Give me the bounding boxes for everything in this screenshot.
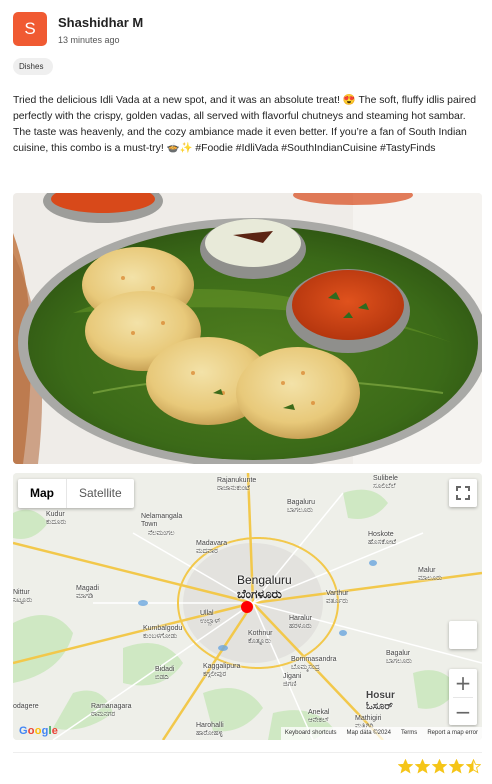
map-town: Jigani ಜಿಗಣಿ [283,673,302,688]
map-view-button[interactable]: Map [18,479,66,508]
avatar[interactable]: S [13,12,47,46]
location-map[interactable]: Rajanukunte ರಾಜಾನುಕುಂಟೆ Kudur ಕುದೂರು Nelam… [13,473,482,740]
map-town: Bagaluru ಬಾಗಲೂರು [287,499,316,514]
location-pin[interactable] [241,601,253,613]
map-town: Sulibele ಸೂಲಿಬೆಲೆ [373,475,398,490]
star-full-icon [432,759,447,774]
map-town: Varthur ವರ್ತೂರು [326,590,349,605]
map-data-credit: Map data ©2024 [346,730,391,736]
map-town: Harohalli ಹಾರೋಹಳ್ಳಿ [196,722,224,737]
report-map-error-link[interactable]: Report a map error [427,727,478,740]
map-town: Malur ಮಾಲೂರು [418,567,443,582]
city-name-en: Bengaluru [237,573,292,587]
star-full-icon [398,759,413,774]
map-town: Ramanagara ರಾಮನಗರ [91,703,132,718]
post-body: Tried the delicious Idli Vada at a new s… [13,95,477,154]
footer-divider [13,752,482,753]
map-town: odagere [13,703,39,710]
zoom-out-button[interactable]: − [449,698,477,726]
map-town: Hoskote ಹೊಸಕೋಟೆ [368,531,397,546]
map-attribution: Keyboard shortcuts Map data ©2024 Terms … [280,727,482,740]
map-town: Kothnur ಕೊತ್ನೂರು [248,630,273,645]
food-photo-graphic [13,193,482,464]
star-full-icon [449,759,464,774]
map-town: Ullal ಉಲ್ಲಾಳ್ [200,610,221,625]
star-half-icon [466,759,481,774]
star-rating [398,759,481,774]
zoom-control: + − [449,669,477,725]
map-town: Haralur ಹರಳೂರು [289,615,312,630]
fullscreen-button[interactable] [449,479,477,507]
map-town: Nelamangala Town [141,513,183,528]
map-town: Magadi ಮಾಗಡಿ [76,585,99,600]
star-full-icon [415,759,430,774]
post-header: S Shashidhar M 13 minutes ago [13,12,473,46]
map-town: Bommasandra ಬೊಮ್ಮಸಂದ್ರ [291,656,337,671]
keyboard-shortcuts-link[interactable]: Keyboard shortcuts [285,727,337,740]
map-town: Kumbalgodu ಕುಂಬಳಗೋಡು [143,625,183,640]
map-town: Madavara ಮದವಾರ [196,540,228,555]
map-town: Hosur ಓಸೂರ್ [366,690,395,712]
map-town: Kaggalipura ಕಗ್ಗಲೀಪುರ [203,663,241,678]
author-name[interactable]: Shashidhar M [58,15,143,30]
map-town: Rajanukunte ರಾಜಾನುಕುಂಟೆ [217,477,257,492]
map-type-control: Map Satellite [18,479,134,508]
map-town: ನೆಲಮಂಗಲ [148,530,175,537]
map-town: Anekal ಆನೇಕಲ್ [308,709,330,724]
satellite-view-button[interactable]: Satellite [67,479,134,508]
city-name-kn: ಬೆಂಗಳೂರು [237,587,282,601]
city-label: Bengaluru ಬೆಂಗಳೂರು [237,573,292,602]
category-tag[interactable]: Dishes [13,58,54,75]
terms-link[interactable]: Terms [401,727,417,740]
google-logo[interactable]: Google [19,725,58,737]
post-timestamp: 13 minutes ago [58,35,120,45]
fullscreen-icon [456,486,470,500]
map-town: Nittur ನಿಟ್ಟೂರು [13,589,33,604]
map-town: Kudur ಕುದೂರು [46,511,67,526]
food-photo[interactable] [13,193,482,464]
post-card: S Shashidhar M 13 minutes ago Dishes Tri… [0,0,492,784]
zoom-in-button[interactable]: + [449,669,477,697]
map-town: Bagalur ಬಾಗಲೂರು [386,650,412,665]
map-town: Bidadi ಬಿಡದಿ [155,666,175,681]
street-view-button[interactable] [449,621,477,649]
